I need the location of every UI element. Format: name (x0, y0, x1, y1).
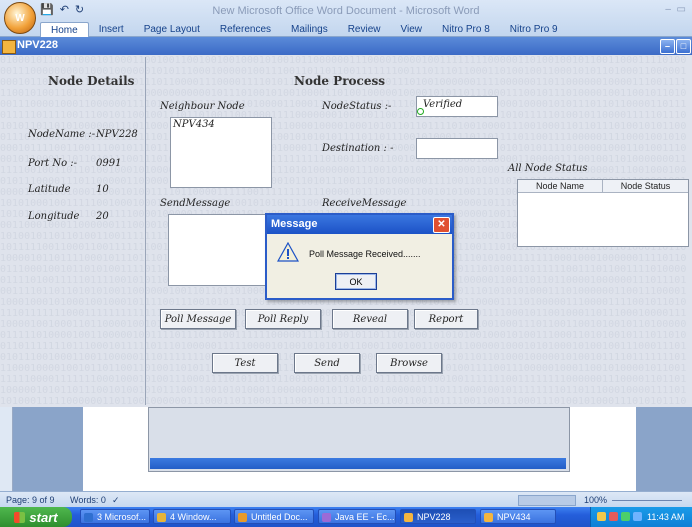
office-button[interactable]: W (4, 2, 36, 34)
dialog-titlebar: Message ✕ (267, 215, 452, 234)
port-label: Port No :- (28, 158, 78, 169)
ribbon-tab-nitro-pro-8[interactable]: Nitro Pro 8 (432, 22, 500, 37)
neighbour-node-label: Neighbour Node (160, 101, 245, 112)
report-button[interactable]: Report (414, 309, 478, 329)
undo-icon[interactable]: ↶ (60, 3, 69, 16)
latitude-label: Latitude (28, 184, 71, 195)
send-message-label: SendMessage (160, 198, 231, 209)
destination-label: Destination : - (322, 143, 394, 154)
reveal-button[interactable]: Reveal (332, 309, 408, 329)
node-status-table[interactable]: Node Name Node Status (517, 179, 689, 247)
tray-icon[interactable] (621, 512, 630, 521)
ribbon-tab-page-layout[interactable]: Page Layout (134, 22, 210, 37)
taskbar-app-icon (484, 513, 493, 522)
receive-message-label: ReceiveMessage (322, 198, 407, 209)
clock[interactable]: 11:43 AM (647, 512, 684, 522)
node-status-label: NodeStatus :- (322, 101, 392, 112)
word-minimize-icon[interactable]: – ▭ (665, 4, 686, 15)
send-button[interactable]: Send (294, 353, 360, 373)
message-dialog: Message ✕ Poll Message Received....... O… (265, 213, 454, 300)
taskbar-item[interactable]: Untitled Doc... (234, 509, 314, 524)
ribbon-tabs: Home Insert Page Layout References Mailings R… (40, 22, 568, 38)
java-app-icon (2, 40, 16, 54)
zoom-level[interactable]: 100% (584, 495, 607, 505)
send-message-area[interactable] (168, 214, 272, 286)
taskbar-item[interactable]: 4 Window... (153, 509, 231, 524)
minimize-icon[interactable]: – (660, 39, 675, 54)
tray-icon[interactable] (597, 512, 606, 521)
node-status-field[interactable]: Verified (416, 96, 498, 117)
node-name-label: NodeName :- (28, 129, 96, 140)
taskbar-item[interactable]: Java EE - Ec... (318, 509, 396, 524)
word-count[interactable]: Words: 0 (70, 495, 106, 505)
ribbon-tab-mailings[interactable]: Mailings (281, 22, 338, 37)
ribbon-tab-nitro-pro-9[interactable]: Nitro Pro 9 (500, 22, 568, 37)
taskbar-item-label: Java EE - Ec... (335, 512, 395, 522)
taskbar-app-icon (157, 513, 166, 522)
node-details-panel: Node Details NodeName :- NPV228 Port No … (10, 57, 146, 405)
table-header-node-name[interactable]: Node Name (518, 180, 603, 193)
browse-button[interactable]: Browse (376, 353, 442, 373)
poll-reply-button[interactable]: Poll Reply (245, 309, 321, 329)
page-count[interactable]: Page: 9 of 9 (6, 495, 55, 505)
java-window-title: NPV228 (17, 39, 58, 51)
ok-button[interactable]: OK (335, 273, 377, 290)
vertical-ruler (0, 407, 13, 491)
taskbar-app-icon (84, 513, 93, 522)
windows-logo-icon (14, 511, 26, 523)
neighbour-list-item[interactable]: NPV434 (173, 119, 215, 130)
start-button[interactable]: start (0, 507, 72, 527)
test-button[interactable]: Test (212, 353, 278, 373)
node-status-value: Verified (423, 99, 463, 110)
maximize-icon[interactable]: □ (676, 39, 691, 54)
taskbar-item-label: NPV228 (417, 512, 451, 522)
taskbar-item-label: Untitled Doc... (251, 512, 308, 522)
all-node-status-label: All Node Status (508, 163, 588, 174)
view-buttons[interactable] (518, 495, 576, 506)
proofing-icon[interactable]: ✓ (112, 495, 120, 506)
ribbon-tab-review[interactable]: Review (338, 22, 391, 37)
taskbar-item-label: NPV434 (497, 512, 531, 522)
longitude-value: 20 (96, 211, 109, 222)
taskbar-item[interactable]: 3 Microsof... (80, 509, 150, 524)
dialog-title: Message (271, 218, 318, 230)
start-label: start (29, 509, 58, 525)
windows-taskbar: start 3 Microsof... 4 Window... Untitled D… (0, 507, 692, 527)
poll-message-button[interactable]: Poll Message (160, 309, 236, 329)
ribbon-tab-insert[interactable]: Insert (89, 22, 134, 37)
system-tray: 11:43 AM (590, 507, 692, 527)
taskbar-app-icon (404, 513, 413, 522)
latitude-value: 10 (96, 184, 109, 195)
taskbar-item[interactable]: NPV434 (480, 509, 556, 524)
dialog-message: Poll Message Received....... (309, 249, 421, 259)
longitude-label: Longitude (28, 211, 80, 222)
ribbon-tab-home[interactable]: Home (40, 22, 89, 38)
destination-field[interactable] (416, 138, 498, 159)
taskbar-item-label: 3 Microsof... (97, 512, 147, 522)
neighbour-node-list[interactable]: NPV434 (170, 117, 272, 188)
close-icon[interactable]: ✕ (433, 217, 450, 233)
taskbar-item-label: 4 Window... (170, 512, 217, 522)
redo-icon[interactable]: ↻ (75, 3, 84, 16)
java-window-titlebar: NPV228 – □ (0, 37, 692, 55)
taskbar-item[interactable]: NPV228 (400, 509, 476, 524)
zoom-slider[interactable] (612, 500, 682, 501)
save-icon[interactable]: 💾 (40, 3, 54, 16)
cursor-icon (417, 108, 424, 115)
node-name-value: NPV228 (96, 129, 138, 140)
tray-icon[interactable] (609, 512, 618, 521)
ribbon-tab-view[interactable]: View (391, 22, 433, 37)
port-value: 0991 (96, 158, 122, 169)
tray-icon[interactable] (633, 512, 642, 521)
warning-icon (277, 242, 299, 262)
ribbon-tab-references[interactable]: References (210, 22, 281, 37)
table-header-node-status[interactable]: Node Status (603, 180, 688, 193)
embedded-screenshot-taskbar (150, 458, 566, 469)
quick-access-toolbar: 💾 ↶ ↻ (40, 3, 84, 16)
node-details-heading: Node Details (48, 74, 135, 88)
node-process-heading: Node Process (294, 74, 385, 88)
taskbar-app-icon (322, 513, 331, 522)
word-status-bar: Page: 9 of 9 Words: 0 ✓ 100% (0, 491, 692, 508)
taskbar-app-icon (238, 513, 247, 522)
